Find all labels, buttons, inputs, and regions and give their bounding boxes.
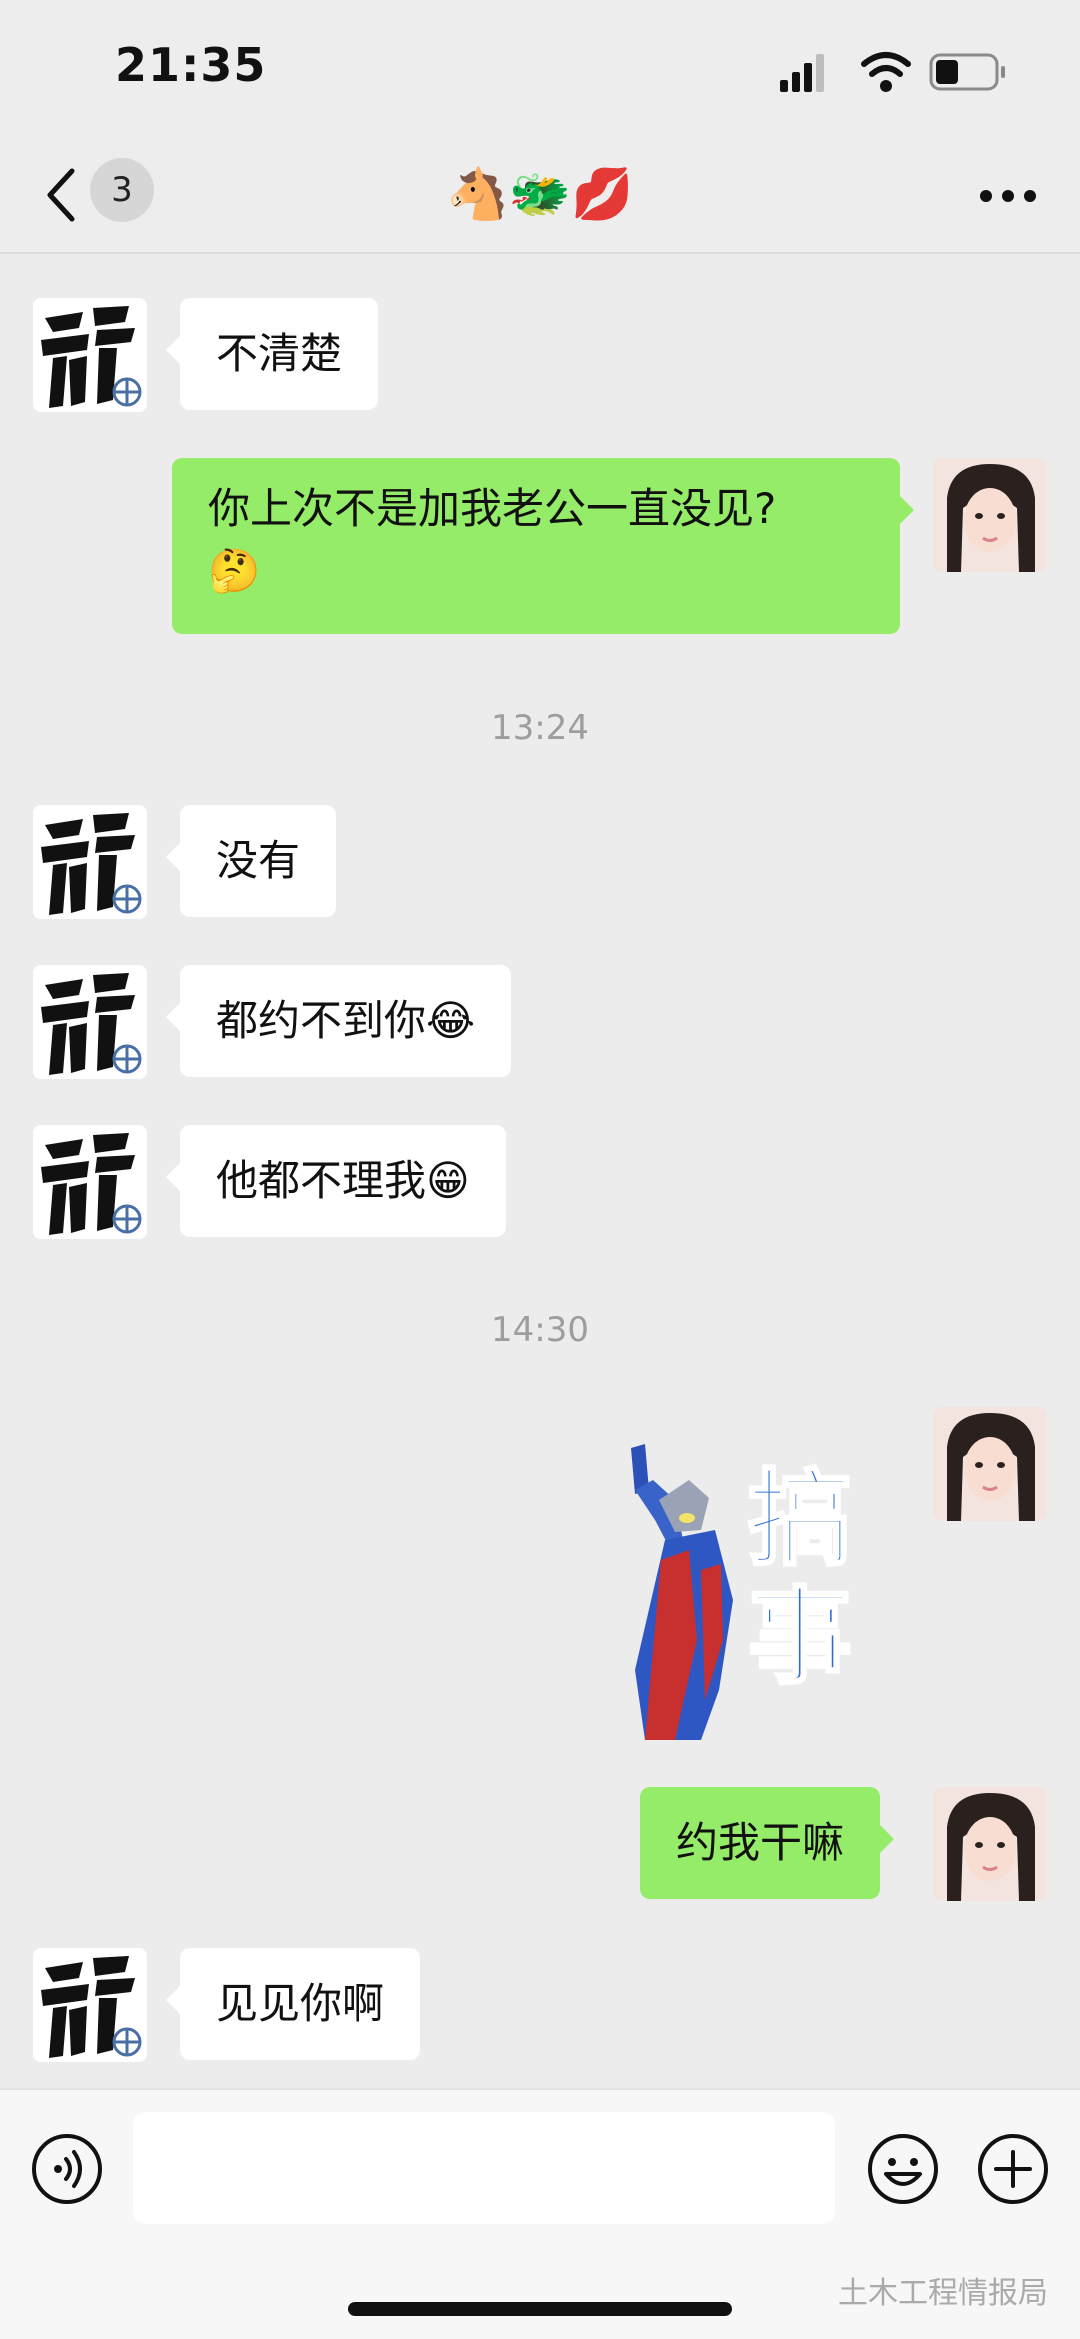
message-text-line: 你上次不是加我老公一直没见? [208, 484, 777, 533]
contact-avatar[interactable] [33, 965, 147, 1079]
contact-avatar[interactable] [33, 805, 147, 919]
received-message-bubble[interactable]: 没有 [165, 805, 337, 917]
watermark: 土木工程情报局 [838, 2276, 1048, 2311]
contact-avatar[interactable] [33, 1125, 147, 1239]
contact-avatar[interactable] [33, 1948, 147, 2062]
emoji-icon[interactable] [866, 2132, 940, 2206]
message-text: 见见你啊 [216, 1979, 385, 2028]
home-indicator[interactable] [348, 2302, 732, 2316]
message-input[interactable] [133, 2112, 835, 2224]
message-text: 都约不到你😂 [216, 996, 476, 1045]
sent-message-bubble[interactable]: 约我干嘛 [640, 1787, 895, 1899]
calligraphy-avatar-image [33, 965, 147, 1079]
received-message-bubble[interactable]: 他都不理我😁 [166, 1125, 506, 1237]
chat-title: 🐴🐲💋 [446, 165, 634, 223]
chat-timestamp: 14:30 [491, 1310, 589, 1350]
received-message-bubble[interactable]: 见见你啊 [165, 1948, 421, 2060]
message-emoji: 🤔 [208, 546, 261, 595]
girl-avatar-image [933, 1407, 1047, 1521]
girl-avatar-image [933, 458, 1047, 572]
status-time: 21:35 [115, 38, 267, 92]
add-icon[interactable] [976, 2132, 1050, 2206]
status-icons [780, 52, 1005, 92]
calligraphy-avatar-image [33, 1948, 147, 2062]
calligraphy-avatar-image [33, 805, 147, 919]
status-bar: 21:35 [0, 0, 1080, 140]
signal-icon [780, 54, 824, 92]
sticker-caption: 搞事 [746, 1458, 853, 1698]
voice-icon[interactable] [30, 2132, 104, 2206]
sticker-message[interactable]: 搞事 [605, 1440, 865, 1740]
my-avatar[interactable] [933, 458, 1047, 572]
message-text: 没有 [216, 836, 301, 885]
my-avatar[interactable] [933, 1407, 1047, 1521]
battery-icon [929, 53, 1005, 91]
message-text: 他都不理我😁 [216, 1156, 470, 1205]
message-text: 不清楚 [216, 329, 343, 378]
sent-message-bubble[interactable]: 你上次不是加我老公一直没见? 🤔 [172, 458, 914, 634]
wifi-icon [861, 52, 911, 92]
chat-timestamp: 13:24 [491, 708, 589, 748]
my-avatar[interactable] [933, 1787, 1047, 1901]
contact-avatar[interactable] [33, 298, 147, 412]
more-dots-icon[interactable] [978, 176, 1038, 216]
chat-header: 3 🐴🐲💋 [0, 140, 1080, 254]
message-text: 约我干嘛 [676, 1818, 845, 1867]
received-message-bubble[interactable]: 都约不到你😂 [165, 965, 512, 1077]
calligraphy-avatar-image [33, 298, 147, 412]
received-message-bubble[interactable]: 不清楚 [165, 298, 379, 410]
calligraphy-avatar-image [33, 1125, 147, 1239]
girl-avatar-image [933, 1787, 1047, 1901]
